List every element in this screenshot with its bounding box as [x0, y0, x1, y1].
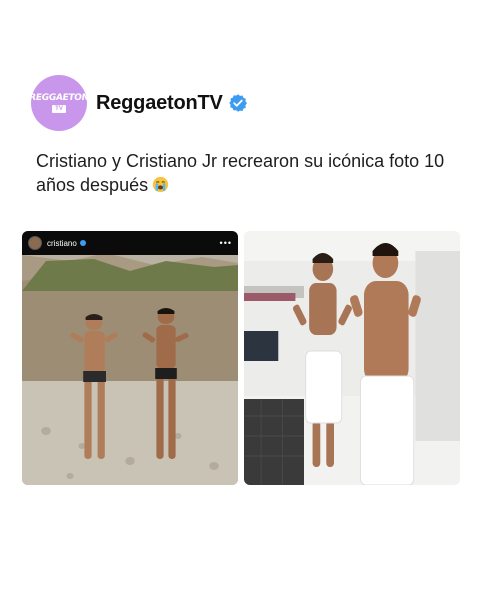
verified-badge-icon	[228, 94, 247, 112]
bathroom-scene-illustration	[244, 231, 460, 485]
logo-text-bottom: TV	[52, 104, 66, 113]
post-header: REGGAETON TV ReggaetonTV	[28, 75, 248, 131]
more-options-icon[interactable]: •••	[220, 238, 232, 248]
photo-collage: cristiano •••	[22, 231, 460, 485]
instagram-header-bar: cristiano •••	[22, 231, 238, 255]
loudly-crying-face-icon	[152, 176, 169, 193]
beach-scene-illustration	[22, 231, 238, 485]
instagram-verified-icon	[79, 240, 86, 246]
account-name-wrap: ReggaetonTV	[96, 92, 248, 115]
post-caption: Cristiano y Cristiano Jr recrearon su ic…	[36, 149, 446, 197]
instagram-username: cristiano	[47, 238, 77, 248]
instagram-avatar	[28, 236, 42, 250]
photo-recent-beach[interactable]: cristiano •••	[22, 231, 238, 485]
photo-past-bathroom[interactable]	[244, 231, 460, 485]
account-name[interactable]: ReggaetonTV	[96, 92, 223, 115]
caption-text: Cristiano y Cristiano Jr recrearon su ic…	[36, 151, 445, 195]
logo-text-top: REGGAETON	[28, 92, 90, 103]
account-avatar[interactable]: REGGAETON TV	[28, 75, 90, 131]
